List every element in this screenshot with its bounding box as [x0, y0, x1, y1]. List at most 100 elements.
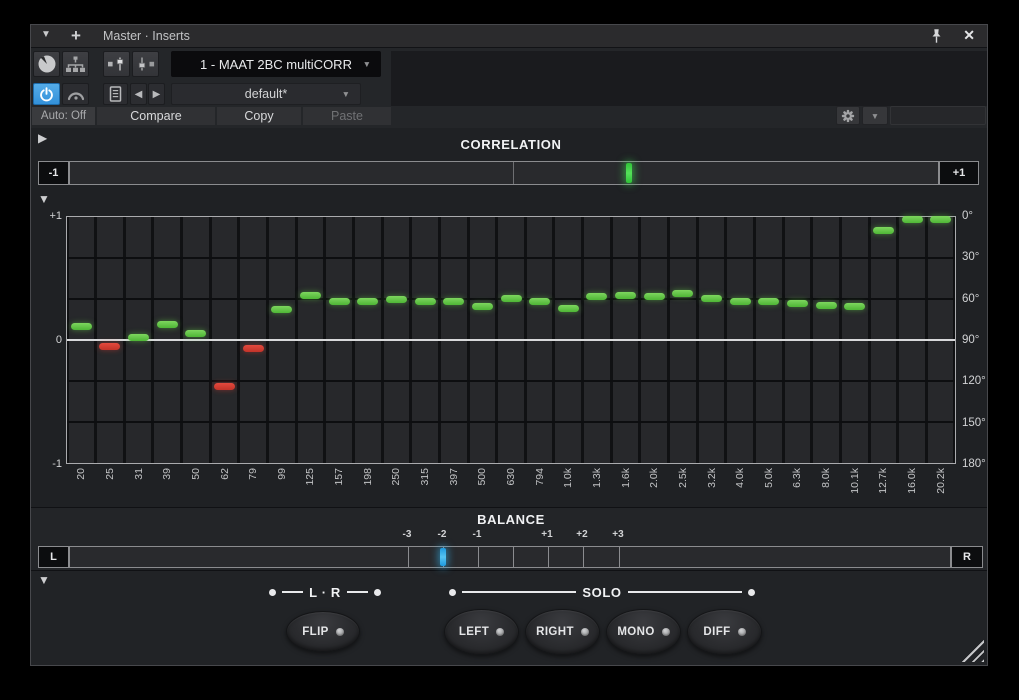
plugin-selector-dropdown[interactable]: 1 - MAAT 2BC multiCORR ▼ — [171, 51, 381, 77]
solo-left-label: LEFT — [459, 626, 489, 638]
right-axis-label: 0° — [962, 209, 1002, 223]
band-bar-198 — [357, 298, 378, 305]
band-bar-20 — [71, 323, 92, 330]
frequency-label-2.0k: 2.0k — [647, 468, 661, 502]
plugin-power-button[interactable] — [33, 83, 60, 105]
frequency-label-79: 79 — [246, 468, 260, 502]
band-bar-99 — [271, 306, 292, 313]
frequency-label-125: 125 — [303, 468, 317, 502]
plugin-window: ▼ + Master · Inserts ✕ — [30, 24, 988, 666]
preset-menu-button[interactable] — [103, 83, 128, 105]
frequency-label-198: 198 — [361, 468, 375, 502]
solo-diff-button[interactable]: DIFF — [687, 609, 762, 655]
decorative-line — [628, 591, 742, 593]
correlation-collapse-button[interactable]: ▶ — [38, 132, 47, 145]
line-end-dot — [748, 589, 755, 596]
frequency-label-3.2k: 3.2k — [705, 468, 719, 502]
chevron-down-icon: ▼ — [342, 89, 350, 99]
left-axis-label: +1 — [31, 209, 62, 223]
band-bar-31 — [128, 334, 149, 341]
preset-dropdown[interactable]: default* ▼ — [171, 83, 361, 105]
balance-tick — [583, 547, 584, 567]
window-collapse-button[interactable]: ▼ — [41, 29, 51, 40]
line-end-dot — [449, 589, 456, 596]
band-bar-794 — [529, 298, 550, 305]
band-bar-6.3k — [787, 300, 808, 307]
next-preset-button[interactable]: ▶ — [148, 83, 165, 105]
automation-mode-button[interactable]: Auto: Off — [32, 107, 95, 125]
solo-diff-led — [738, 628, 746, 636]
copy-button[interactable]: Copy — [217, 107, 301, 125]
sidechain-button[interactable] — [62, 83, 89, 105]
channel-editor-button[interactable] — [33, 51, 60, 77]
balance-tick — [478, 547, 479, 567]
correlation-indicator — [626, 163, 632, 183]
frequency-label-10.1k: 10.1k — [848, 468, 862, 502]
flip-button[interactable]: FLIP — [286, 611, 360, 652]
right-axis-label: 180° — [962, 457, 1002, 471]
channel-strip-a-button[interactable] — [103, 51, 130, 77]
paste-button[interactable]: Paste — [303, 107, 391, 125]
gridline — [67, 380, 955, 382]
preset-value: default* — [245, 87, 287, 101]
frequency-label-1.3k: 1.3k — [590, 468, 604, 502]
solo-diff-label: DIFF — [703, 626, 730, 638]
balance-scale-label-+3: +3 — [601, 529, 635, 540]
solo-mono-button[interactable]: MONO — [606, 609, 681, 655]
plugin-note-field[interactable] — [890, 106, 986, 125]
solo-right-button[interactable]: RIGHT — [525, 609, 600, 655]
channel-strip-b-button[interactable] — [132, 51, 159, 77]
frequency-label-2.5k: 2.5k — [676, 468, 690, 502]
chevron-down-icon: ▼ — [363, 59, 371, 69]
band-bar-4.0k — [730, 298, 751, 305]
routing-button[interactable] — [62, 51, 89, 77]
frequency-label-1.0k: 1.0k — [561, 468, 575, 502]
flip-button-label: FLIP — [302, 626, 329, 638]
band-bar-500 — [472, 303, 493, 310]
decorative-line — [347, 591, 368, 593]
prev-preset-button[interactable]: ◀ — [130, 83, 147, 105]
gridline — [67, 257, 955, 259]
settings-dropdown-button[interactable]: ▼ — [862, 106, 888, 125]
controls-collapse-button[interactable]: ▼ — [38, 574, 50, 587]
band-bar-39 — [157, 321, 178, 328]
frequency-label-1.6k: 1.6k — [619, 468, 633, 502]
chevron-left-icon: ◀ — [135, 89, 143, 100]
fader-square-icon — [135, 56, 156, 72]
balance-tick — [619, 547, 620, 567]
right-axis-label: 60° — [962, 292, 1002, 306]
decorative-line — [462, 591, 576, 593]
frequency-label-12.7k: 12.7k — [876, 468, 890, 502]
chart-frequency-labels: 2025313950627999125157198250315397500630… — [66, 468, 956, 506]
band-bar-125 — [300, 292, 321, 299]
solo-left-button[interactable]: LEFT — [444, 609, 519, 655]
chart-collapse-button[interactable]: ▼ — [38, 193, 50, 206]
solo-left-led — [496, 628, 504, 636]
band-bar-315 — [415, 298, 436, 305]
band-bar-2.5k — [672, 290, 693, 297]
solo-mono-led — [662, 628, 670, 636]
band-bar-157 — [329, 298, 350, 305]
band-bar-25 — [99, 343, 120, 350]
band-bar-10.1k — [844, 303, 865, 310]
pin-button[interactable] — [930, 28, 943, 49]
document-icon — [109, 86, 122, 102]
close-button[interactable]: ✕ — [963, 27, 975, 44]
compare-button[interactable]: Compare — [97, 107, 215, 125]
add-insert-button[interactable]: + — [71, 25, 81, 47]
correlation-chart — [66, 216, 956, 464]
window-title: Master · Inserts — [103, 29, 190, 43]
frequency-label-5.0k: 5.0k — [762, 468, 776, 502]
titlebar: ▼ + Master · Inserts ✕ — [31, 25, 987, 48]
flip-led — [336, 628, 344, 636]
band-bar-50 — [185, 330, 206, 337]
pin-icon — [930, 28, 943, 44]
band-bar-8.0k — [816, 302, 837, 309]
band-bar-1.3k — [586, 293, 607, 300]
right-axis-label: 150° — [962, 416, 1002, 430]
band-bar-250 — [386, 296, 407, 303]
settings-button[interactable] — [836, 106, 860, 125]
frequency-label-250: 250 — [389, 468, 403, 502]
band-bar-1.0k — [558, 305, 579, 312]
band-bar-62 — [214, 383, 235, 390]
